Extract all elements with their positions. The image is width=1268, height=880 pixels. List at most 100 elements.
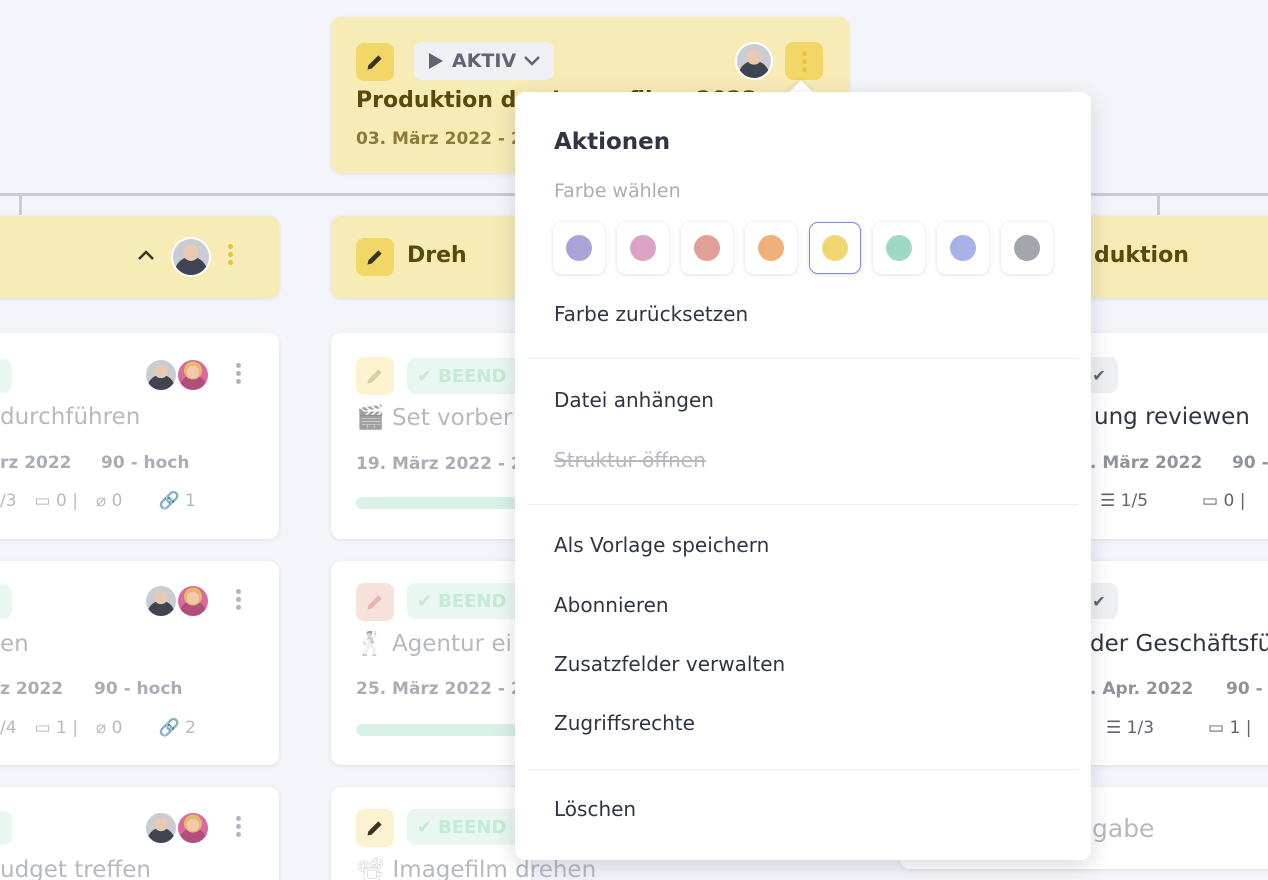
task-card[interactable]: durchführen rz 2022 90 - hoch /3 ▭ 0 | ⌀… <box>0 333 279 539</box>
task-card[interactable]: ✔ BEEND 🎬 Set vorber 19. März 2022 - 22 <box>331 333 547 539</box>
card-stats: /3 ▭ 0 | ⌀ 0 🔗 1 <box>0 491 196 511</box>
task-card[interactable]: ✔ ung reviewen . März 2022 90 - ☰ 1/5 ▭ … <box>1060 333 1268 539</box>
menu-divider <box>528 358 1078 359</box>
color-dot <box>566 235 592 261</box>
tree-connector-left <box>19 195 22 215</box>
status-badge <box>0 359 12 393</box>
menu-heading: Aktionen <box>554 129 671 155</box>
link-count: 2 <box>185 718 196 738</box>
card-title-text: Imagefilm drehen <box>392 857 597 880</box>
comment-count: 0 <box>56 491 67 511</box>
color-swatch-pink[interactable] <box>617 222 669 274</box>
menu-item-reset-color[interactable]: Farbe zurücksetzen <box>554 302 748 326</box>
link-count: 1 <box>185 491 196 511</box>
link-icon: 🔗 2 <box>158 718 196 738</box>
color-swatch-purple[interactable] <box>553 222 605 274</box>
task-card[interactable]: udget treffen <box>0 787 279 880</box>
link-icon: 🔗 1 <box>158 491 196 511</box>
progress-bar <box>356 497 531 509</box>
column-header-dreh[interactable]: Dreh <box>331 216 531 298</box>
comment-count: 1 | <box>1229 718 1252 738</box>
column-title: Dreh <box>407 243 467 268</box>
edit-button[interactable] <box>356 357 394 395</box>
edit-button[interactable] <box>356 809 394 847</box>
edit-button[interactable] <box>356 43 394 81</box>
menu-item-delete[interactable]: Löschen <box>554 797 636 821</box>
more-vertical-icon <box>801 50 807 72</box>
card-title-text: Set vorber <box>391 405 513 431</box>
more-vertical-icon[interactable] <box>236 363 241 384</box>
chevron-up-icon[interactable] <box>138 250 154 260</box>
badge-label: BEEND <box>438 590 507 612</box>
menu-item-subscribe[interactable]: Abonnieren <box>554 593 669 617</box>
task-card[interactable]: en z 2022 90 - hoch /4 ▭ 1 | ⌀ 0 🔗 2 <box>0 561 279 765</box>
status-badge <box>0 811 12 845</box>
menu-item-manage-fields[interactable]: Zusatzfelder verwalten <box>554 652 785 676</box>
color-swatch-orange[interactable] <box>745 222 797 274</box>
more-vertical-icon[interactable] <box>228 244 233 265</box>
color-swatch-yellow[interactable] <box>809 222 861 274</box>
edit-button[interactable] <box>356 238 394 276</box>
task-card[interactable]: ✔ der Geschäftsfü . Apr. 2022 90 - ☰ 1/3… <box>1060 561 1268 765</box>
actions-menu: Aktionen Farbe wählen Farbe zurücksetzen… <box>515 92 1091 860</box>
more-options-button[interactable] <box>785 42 823 80</box>
color-dot <box>694 235 720 261</box>
card-title: gabe <box>1092 814 1155 843</box>
checklist-count: 1/3 <box>1126 718 1155 738</box>
column-header-right[interactable]: duktion <box>1060 216 1268 298</box>
check-icon: ✔ <box>417 590 433 612</box>
menu-item-access-rights[interactable]: Zugriffsrechte <box>554 711 695 735</box>
column-header-left[interactable] <box>0 216 279 298</box>
color-dot <box>758 235 784 261</box>
card-stats: /4 ▭ 1 | ⌀ 0 🔗 2 <box>0 718 196 738</box>
card-title: der Geschäftsfü <box>1090 631 1268 657</box>
project-dates: 03. März 2022 - 24 <box>356 129 535 149</box>
card-title: udget treffen <box>0 857 151 880</box>
edit-button[interactable] <box>356 583 394 621</box>
card-title: 🎬 Set vorber <box>356 404 512 431</box>
card-title: durchführen <box>0 404 141 430</box>
card-priority: 90 - hoch <box>101 453 190 473</box>
menu-item-attach-file[interactable]: Datei anhängen <box>554 388 714 412</box>
task-card[interactable]: ✔ BEEND 🕺 Agentur ei 25. März 2022 - 2 <box>331 561 547 765</box>
task-card[interactable]: ✔ BEEND 📽 Imagefilm drehen <box>331 787 596 880</box>
status-dropdown[interactable]: AKTIV <box>414 42 554 80</box>
pencil-icon <box>367 369 382 384</box>
pencil-icon <box>367 595 382 610</box>
checklist-count: /3 <box>0 491 17 511</box>
menu-item-save-template[interactable]: Als Vorlage speichern <box>554 533 769 557</box>
card-stats: ☰ 1/5 ▭ 0 | <box>1100 491 1245 511</box>
dancer-icon: 🕺 <box>356 631 385 657</box>
pencil-icon <box>367 821 382 836</box>
progress-bar <box>356 724 531 736</box>
color-dot <box>950 235 976 261</box>
color-swatch-blue[interactable] <box>937 222 989 274</box>
card-priority: 90 - <box>1232 453 1268 473</box>
chevron-down-icon <box>524 56 541 66</box>
more-vertical-icon[interactable] <box>236 816 241 837</box>
tree-connector-right <box>1157 195 1160 215</box>
color-swatch-green[interactable] <box>873 222 925 274</box>
card-title: ung reviewen <box>1094 404 1250 430</box>
card-date: z 2022 <box>0 679 64 699</box>
avatar <box>176 811 210 845</box>
comment-icon: ▭ 1 | <box>1208 718 1252 738</box>
check-icon: ✔ <box>417 365 433 387</box>
avatar <box>171 237 211 277</box>
play-icon <box>429 53 443 69</box>
menu-item-open-structure: Struktur öffnen <box>554 448 706 472</box>
color-swatch-red[interactable] <box>681 222 733 274</box>
pencil-icon <box>367 55 382 70</box>
color-swatch-gray[interactable] <box>1001 222 1053 274</box>
comment-icon: ▭ 1 | <box>34 718 78 738</box>
more-vertical-icon[interactable] <box>236 589 241 610</box>
menu-divider <box>528 504 1078 505</box>
attachment-count: 0 <box>111 491 123 511</box>
card-priority: 90 - hoch <box>94 679 183 699</box>
checklist-icon: ☰ 1/5 <box>1100 491 1149 511</box>
check-icon: ✔ <box>417 816 433 838</box>
card-date: rz 2022 <box>0 453 72 473</box>
comment-icon: ▭ 0 | <box>34 491 78 511</box>
card-title: en <box>0 631 29 657</box>
checklist-count: 1/5 <box>1120 491 1149 511</box>
